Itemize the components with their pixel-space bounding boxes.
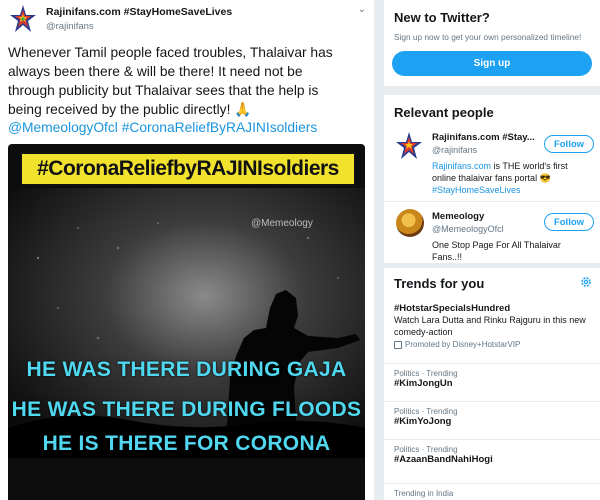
tweet-text-line: being received by the public directly! 🙏 <box>8 102 252 117</box>
promoted-text: Promoted by Disney+HotstarVIP <box>405 340 521 349</box>
trends-card: Trends for you #HotstarSpecialsHundred W… <box>384 268 600 500</box>
bio-link[interactable]: Rajinifans.com <box>432 161 491 171</box>
follow-button[interactable]: Follow <box>544 135 594 153</box>
trend-item[interactable]: #HotstarSpecialsHundred Watch Lara Dutta… <box>394 303 594 349</box>
follow-button[interactable]: Follow <box>544 213 594 231</box>
divider <box>384 439 600 440</box>
tweet-card: Rajinifans.com #StayHomeSaveLives @rajin… <box>0 0 374 500</box>
hashtag-banner: #CoronaReliefbyRAJINIsoldiers <box>20 152 356 186</box>
divider <box>384 483 600 484</box>
slogan-line: HE WAS THERE DURING FLOODS <box>11 398 362 421</box>
relevant-people-card: Relevant people Rajinifans.com #Stay... … <box>384 95 600 263</box>
bio-hashtag-link[interactable]: #StayHomeSaveLives <box>432 185 521 195</box>
promoted-icon <box>394 340 402 349</box>
trend-meta: Politics · Trending <box>394 407 458 416</box>
divider <box>384 401 600 402</box>
trend-meta: Trending in India <box>394 489 454 498</box>
hashtag-link[interactable]: #CoronaReliefByRAJINIsoldiers <box>122 120 318 135</box>
tweet-text-line: Whenever Tamil people faced troubles, Th… <box>8 45 333 60</box>
trend-meta: Politics · Trending <box>394 445 458 454</box>
signup-button[interactable]: Sign up <box>392 51 592 76</box>
trend-name[interactable]: #AzaanBandNahiHogi <box>394 454 594 465</box>
new-to-twitter-subtitle: Sign up now to get your own personalized… <box>394 32 582 42</box>
twitter-page: Rajinifans.com #StayHomeSaveLives @rajin… <box>0 0 600 500</box>
trend-name[interactable]: #KimJongUn <box>394 378 594 389</box>
tweet-text-line: through publicity but Thalaivar sees tha… <box>8 83 319 98</box>
trend-item[interactable]: Politics · Trending #KimJongUn <box>394 369 594 389</box>
trend-description: Watch Lara Dutta and Rinku Rajguru in th… <box>394 315 586 337</box>
tweet-links: @MemeologyOfcl #CoronaReliefByRAJINIsold… <box>8 120 370 135</box>
image-watermark: @Memeology <box>251 218 313 229</box>
chevron-down-icon[interactable]: ⌄ <box>358 4 366 15</box>
rajinifans-logo-icon[interactable] <box>8 4 38 34</box>
person-bio: Rajinifans.com is THE world's first onli… <box>432 160 592 196</box>
person-name[interactable]: Rajinifans.com #Stay... <box>432 132 535 143</box>
new-to-twitter-card: New to Twitter? Sign up now to get your … <box>384 0 600 86</box>
tweet-text-line: always been there & will be there! It ne… <box>8 64 303 79</box>
gear-icon[interactable] <box>580 276 592 288</box>
person-handle[interactable]: @rajinifans <box>432 145 477 155</box>
trend-item[interactable]: Politics · Trending #KimYoJong <box>394 407 594 427</box>
person-bio: One Stop Page For All Thalaivar Fans..!! <box>432 240 561 262</box>
tweet-handle[interactable]: @rajinifans <box>46 21 94 32</box>
trends-title: Trends for you <box>394 276 485 291</box>
divider <box>384 363 600 364</box>
trend-name[interactable]: #HotstarSpecialsHundred <box>394 303 594 314</box>
person-handle[interactable]: @MemeologyOfcl <box>432 224 504 234</box>
tweet-display-name[interactable]: Rajinifans.com #StayHomeSaveLives <box>46 6 232 18</box>
divider <box>384 201 600 202</box>
tweet-text: Whenever Tamil people faced troubles, Th… <box>8 43 368 119</box>
banner-text: #CoronaReliefbyRAJINIsoldiers <box>37 157 339 180</box>
slogan-line: HE IS THERE FOR CORONA <box>42 432 331 455</box>
relevant-people-title: Relevant people <box>394 105 494 120</box>
mention-link[interactable]: @MemeologyOfcl <box>8 120 118 135</box>
trend-item[interactable]: Trending in India <box>394 489 594 498</box>
new-to-twitter-title: New to Twitter? <box>394 10 490 25</box>
tweet-header: Rajinifans.com #StayHomeSaveLives @rajin… <box>8 4 368 34</box>
trend-name[interactable]: #KimYoJong <box>394 416 594 427</box>
trend-meta: Politics · Trending <box>394 369 458 378</box>
rajinifans-avatar-icon[interactable] <box>394 131 424 161</box>
tweet-image[interactable]: #CoronaReliefbyRAJINIsoldiers @Memeology… <box>8 144 365 500</box>
trend-item[interactable]: Politics · Trending #AzaanBandNahiHogi <box>394 445 594 465</box>
slogan-line: HE WAS THERE DURING GAJA <box>26 358 347 381</box>
person-name[interactable]: Memeology <box>432 211 484 222</box>
promoted-label: Promoted by Disney+HotstarVIP <box>394 340 594 349</box>
memeology-avatar[interactable] <box>396 209 424 237</box>
